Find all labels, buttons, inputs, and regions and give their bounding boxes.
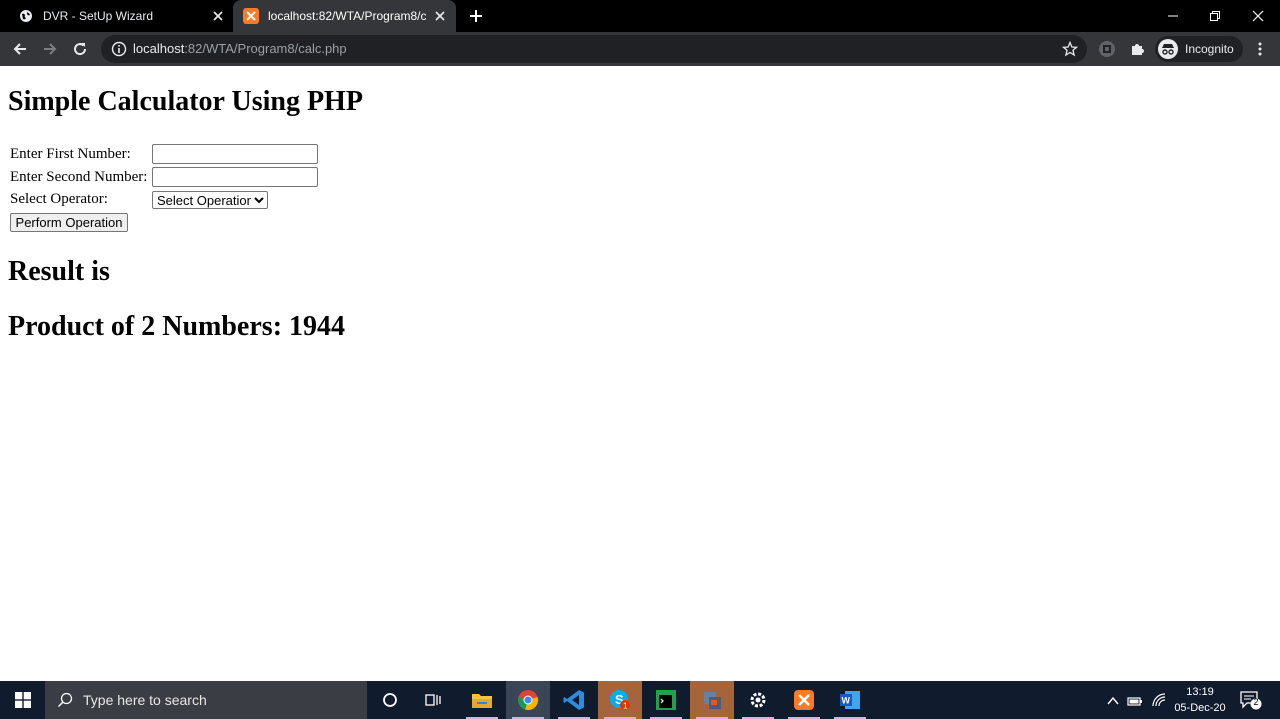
task-view-icon[interactable] bbox=[412, 681, 456, 719]
incognito-label: Incognito bbox=[1185, 42, 1234, 56]
notifications-icon[interactable]: 2 bbox=[1240, 690, 1262, 710]
extension-badge-icon[interactable] bbox=[1095, 37, 1119, 61]
terminal-icon[interactable] bbox=[644, 681, 688, 719]
taskbar-search-box[interactable]: Type here to search bbox=[45, 681, 367, 719]
close-tab-icon[interactable] bbox=[210, 8, 226, 24]
xampp-icon bbox=[243, 8, 259, 24]
second-number-input[interactable] bbox=[152, 167, 318, 187]
result-text: Product of 2 Numbers: 1944 bbox=[8, 311, 346, 342]
tab-dvr-setup[interactable]: DVR - SetUp Wizard bbox=[8, 0, 234, 32]
second-number-label: Enter Second Number: bbox=[10, 169, 148, 185]
word-icon[interactable]: W bbox=[828, 681, 872, 719]
reload-icon[interactable] bbox=[68, 37, 92, 61]
app-icon[interactable] bbox=[690, 681, 734, 719]
start-button[interactable] bbox=[0, 681, 45, 719]
puzzle-extensions-icon[interactable] bbox=[1125, 37, 1149, 61]
tab-strip: DVR - SetUp Wizard localhost:82/WTA/Prog… bbox=[0, 0, 1280, 32]
result-heading: Result is bbox=[8, 256, 110, 287]
tab-calc[interactable]: localhost:82/WTA/Program8/calc.php bbox=[233, 0, 456, 32]
file-explorer-icon[interactable] bbox=[460, 681, 504, 719]
browser-toolbar: localhost:82/WTA/Program8/calc.php Incog… bbox=[0, 32, 1280, 66]
address-bar[interactable]: localhost:82/WTA/Program8/calc.php bbox=[101, 35, 1087, 63]
first-number-input[interactable] bbox=[152, 144, 318, 164]
operator-select[interactable]: Select Operation bbox=[152, 191, 268, 209]
url-path: :82/WTA/Program8/calc.php bbox=[184, 41, 347, 56]
notification-count: 2 bbox=[1253, 697, 1259, 707]
tab-title: localhost:82/WTA/Program8/calc.php bbox=[268, 9, 426, 23]
system-clock[interactable]: 13:19 05-Dec-20 bbox=[1172, 684, 1228, 716]
svg-text:1: 1 bbox=[623, 702, 628, 711]
show-hidden-icons-chevron-icon[interactable] bbox=[1106, 693, 1120, 707]
forward-arrow-icon[interactable] bbox=[38, 37, 62, 61]
perform-operation-button[interactable]: Perform Operation bbox=[10, 213, 128, 232]
clock-time: 13:19 bbox=[1186, 686, 1214, 698]
battery-icon[interactable] bbox=[1127, 693, 1143, 707]
windows-taskbar: Type here to search S1 W 13:19 05-Dec-20… bbox=[0, 681, 1280, 719]
incognito-profile-button[interactable]: Incognito bbox=[1155, 36, 1243, 62]
page-content: Simple Calculator Using PHP Enter First … bbox=[0, 66, 1280, 681]
windows-logo-icon bbox=[14, 692, 31, 708]
info-icon[interactable] bbox=[111, 41, 127, 57]
xampp-icon[interactable] bbox=[782, 681, 826, 719]
first-number-label: Enter First Number: bbox=[10, 146, 131, 162]
back-arrow-icon[interactable] bbox=[8, 37, 32, 61]
search-icon bbox=[57, 692, 73, 708]
cortana-icon[interactable] bbox=[368, 681, 412, 719]
close-tab-icon[interactable] bbox=[432, 8, 448, 24]
clock-date: 05-Dec-20 bbox=[1174, 702, 1226, 714]
skype-icon[interactable]: S1 bbox=[598, 681, 642, 719]
bookmark-star-icon[interactable] bbox=[1062, 41, 1078, 57]
chrome-icon[interactable] bbox=[506, 681, 550, 719]
url-text[interactable]: localhost:82/WTA/Program8/calc.php bbox=[133, 41, 347, 56]
incognito-icon bbox=[1158, 39, 1178, 59]
minimize-icon[interactable] bbox=[1163, 6, 1183, 26]
vscode-icon[interactable] bbox=[552, 681, 596, 719]
close-window-icon[interactable] bbox=[1248, 6, 1268, 26]
tab-title: DVR - SetUp Wizard bbox=[43, 9, 154, 23]
new-tab-icon[interactable] bbox=[468, 8, 484, 24]
operator-label: Select Operator: bbox=[10, 191, 108, 207]
settings-icon[interactable] bbox=[736, 681, 780, 719]
globe-icon bbox=[18, 8, 34, 24]
restore-icon[interactable] bbox=[1205, 6, 1225, 26]
page-title: Simple Calculator Using PHP bbox=[8, 86, 363, 117]
url-host: localhost bbox=[133, 41, 185, 56]
search-placeholder: Type here to search bbox=[83, 692, 207, 708]
menu-kebab-icon[interactable] bbox=[1248, 37, 1272, 61]
wifi-icon[interactable] bbox=[1151, 692, 1167, 708]
svg-text:W: W bbox=[842, 696, 851, 706]
